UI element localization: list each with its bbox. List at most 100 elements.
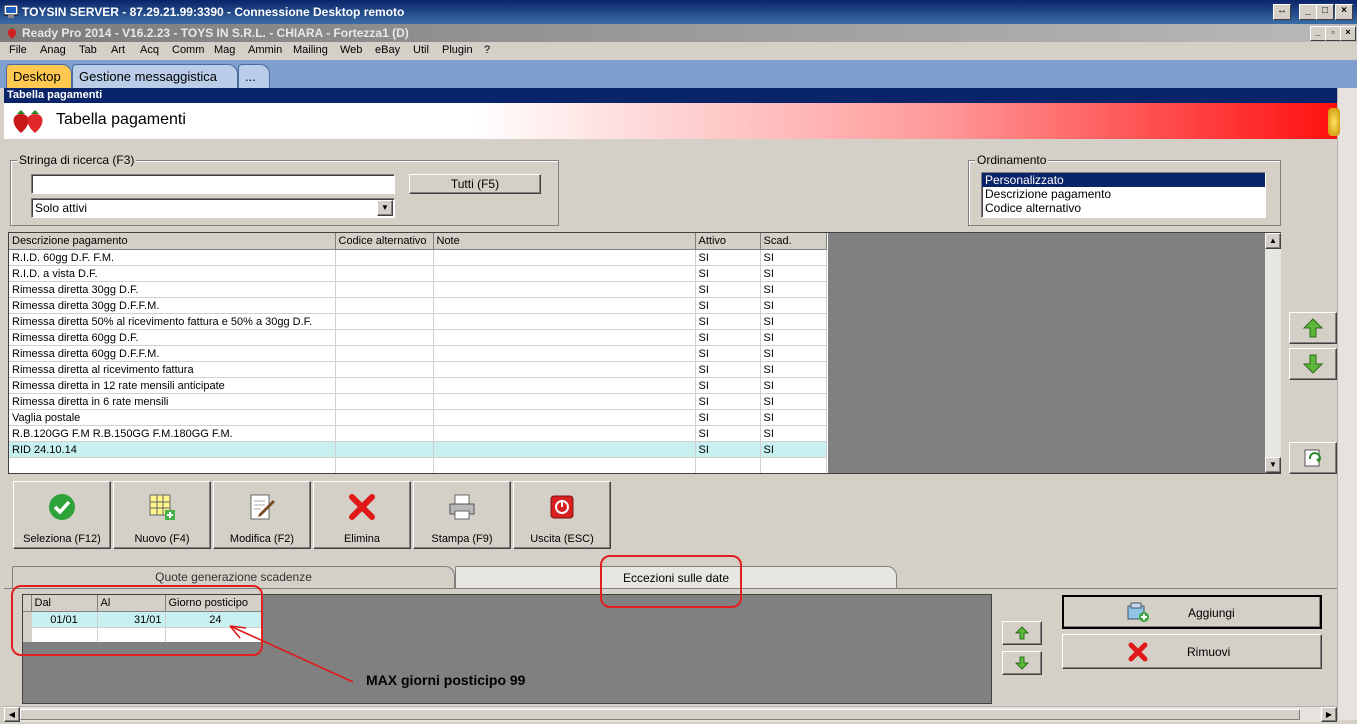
search-legend: Stringa di ricerca (F3) [17,153,137,167]
menu-file[interactable]: File [9,44,27,56]
edit-label: Modifica (F2) [229,533,295,545]
cell: SI [695,409,761,426]
cell [433,249,696,266]
table-row[interactable]: Rimessa diretta 30gg D.F. SI SI [9,281,827,298]
table-row[interactable]: Rimessa diretta 60gg D.F. SI SI [9,329,827,346]
table-row[interactable]: Rimessa diretta in 6 rate mensili SI SI [9,393,827,410]
chevron-down-icon[interactable]: ▼ [377,200,393,216]
grid-scrollbar[interactable]: ▲ ▼ [1265,233,1281,473]
delete-button[interactable]: Elimina [313,481,411,549]
annotation-box-tab [600,555,742,608]
table-row[interactable]: R.I.D. a vista D.F. SI SI [9,265,827,282]
cell: SI [695,345,761,362]
edit-button[interactable]: Modifica (F2) [213,481,311,549]
cell: SI [760,425,827,442]
menu-mag[interactable]: Mag [214,44,235,56]
new-button[interactable]: Nuovo (F4) [113,481,211,549]
scroll-thumb[interactable] [20,709,1300,720]
ordering-list[interactable]: Personalizzato Descrizione pagamento Cod… [981,172,1266,218]
cell [433,329,696,346]
cell [335,425,434,442]
column-header[interactable]: Codice alternativo [335,233,434,250]
table-row[interactable]: Vaglia postale SI SI [9,409,827,426]
column-header[interactable]: Descrizione pagamento [9,233,336,250]
table-row[interactable]: Rimessa diretta al ricevimento fattura SI… [9,361,827,378]
cell [433,345,696,362]
minimize-button[interactable]: _ [1299,4,1317,20]
menu-art[interactable]: Art [111,44,125,56]
cell: Rimessa diretta 50% al ricevimento fattu… [9,313,336,330]
select-button[interactable]: Seleziona (F12) [13,481,111,549]
column-header[interactable]: Note [433,233,696,250]
print-button[interactable]: Stampa (F9) [413,481,511,549]
panel-header: Tabella pagamenti [4,88,1337,103]
exit-button[interactable]: Uscita (ESC) [513,481,611,549]
cell: Rimessa diretta 30gg D.F. [9,281,336,298]
table-row[interactable]: Rimessa diretta 30gg D.F.F.M. SI SI [9,297,827,314]
menu-mailing[interactable]: Mailing [293,44,328,56]
cell [335,297,434,314]
menu-plugin[interactable]: Plugin [442,44,473,56]
table-row[interactable]: Rimessa diretta 50% al ricevimento fattu… [9,313,827,330]
menu-tab[interactable]: Tab [79,44,97,56]
tab-more[interactable]: ... [238,64,270,88]
menu-anag[interactable]: Anag [40,44,66,56]
filter-select[interactable]: Solo attivi ▼ [31,198,395,218]
exception-down-button[interactable] [1002,651,1042,675]
cell: SI [760,345,827,362]
exception-up-button[interactable] [1002,621,1042,645]
table-row-selected[interactable]: RID 24.10.14 SI SI [9,441,827,458]
app-restore-button[interactable]: ▫ [1325,26,1341,41]
tab-desktop[interactable]: Desktop [6,64,72,88]
cell: SI [760,249,827,266]
menu-util[interactable]: Util [413,44,429,56]
table-row[interactable]: Rimessa diretta 60gg D.F.F.M. SI SI [9,345,827,362]
delete-label: Elimina [343,533,381,545]
new-grid-icon [149,494,175,520]
scroll-right-icon[interactable]: ▶ [1321,707,1337,722]
move-up-button[interactable] [1289,312,1337,344]
menu-ammin[interactable]: Ammin [248,44,282,56]
ordering-option[interactable]: Descrizione pagamento [982,187,1265,201]
cell: SI [760,265,827,282]
app-close-button[interactable]: × [1340,26,1356,41]
maximize-button[interactable]: □ [1316,4,1334,20]
cell [433,393,696,410]
cell: Rimessa diretta in 6 rate mensili [9,393,336,410]
scroll-left-icon[interactable]: ◀ [4,707,20,722]
ordering-option[interactable]: Personalizzato [982,173,1265,187]
menu-comm[interactable]: Comm [172,44,204,56]
scroll-up-icon[interactable]: ▲ [1265,233,1281,249]
table-row[interactable]: Rimessa diretta in 12 rate mensili antic… [9,377,827,394]
add-button[interactable]: Aggiungi [1062,595,1322,629]
app-minimize-button[interactable]: _ [1310,26,1326,41]
window-scrollbar[interactable] [1337,88,1357,720]
cell [335,393,434,410]
menu-help[interactable]: ? [484,44,490,56]
arrow-up-icon [1014,626,1030,640]
app-tab-bar: Desktop Gestione messaggistica ... [0,60,1357,88]
menu-ebay[interactable]: eBay [375,44,400,56]
payments-grid[interactable]: Descrizione pagamento Codice alternativo… [8,232,1281,474]
cell: Rimessa diretta 30gg D.F.F.M. [9,297,336,314]
column-header[interactable]: Attivo [695,233,761,250]
table-row[interactable]: R.I.D. 60gg D.F. F.M. SI SI [9,249,827,266]
remove-button[interactable]: Rimuovi [1062,634,1322,669]
tab-gestione-messaggistica[interactable]: Gestione messaggistica [72,64,238,88]
restore-connection-icon[interactable]: ↔ [1273,4,1291,20]
menu-web[interactable]: Web [340,44,362,56]
table-row[interactable] [9,457,827,473]
menu-acq[interactable]: Acq [140,44,159,56]
refresh-button[interactable] [1289,442,1337,474]
scroll-down-icon[interactable]: ▼ [1265,457,1281,473]
horizontal-scrollbar[interactable]: ◀ ▶ [4,706,1337,722]
close-button[interactable]: × [1335,4,1353,20]
ordering-option[interactable]: Codice alternativo [982,201,1265,215]
all-button[interactable]: Tutti (F5) [409,174,541,194]
move-down-button[interactable] [1289,348,1337,380]
column-header[interactable]: Scad. [760,233,827,250]
table-row[interactable]: R.B.120GG F.M R.B.150GG F.M.180GG F.M. SI… [9,425,827,442]
search-input[interactable] [31,174,395,194]
arrow-down-icon [1302,354,1324,374]
panel-banner: Tabella pagamenti [4,103,1337,139]
